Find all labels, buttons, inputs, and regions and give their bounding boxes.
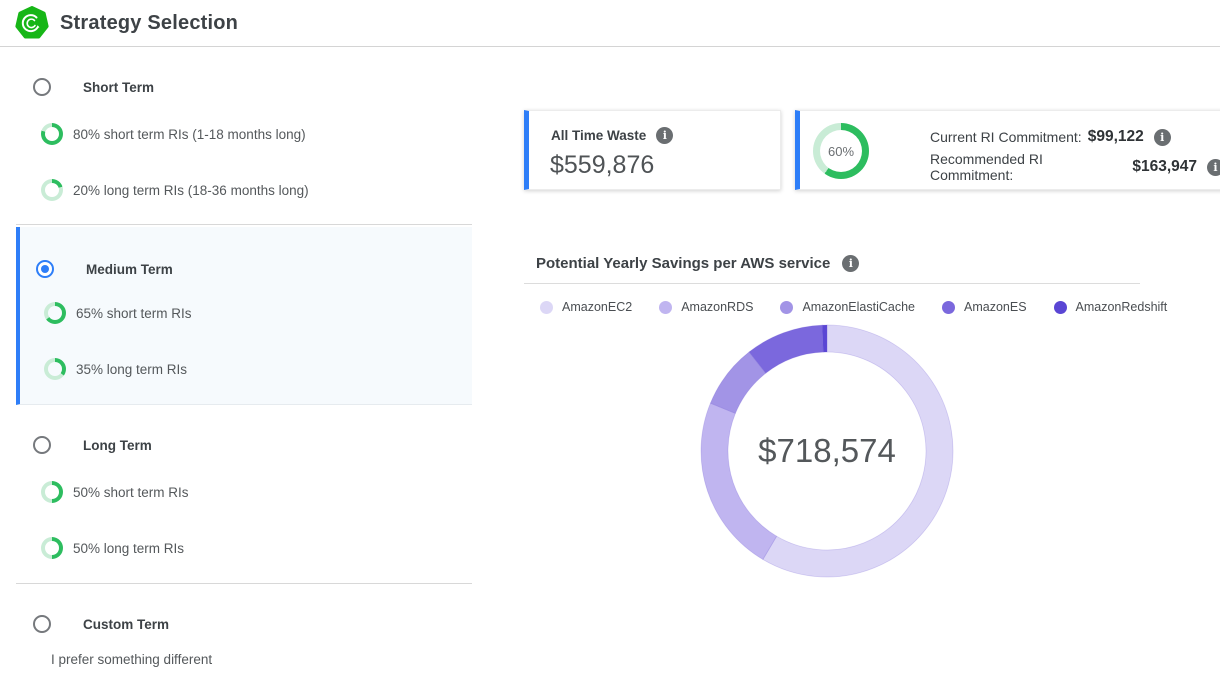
progress-ring [41,481,63,503]
strategy-detail-label: 50% short term RIs [73,485,189,500]
progress-ring [44,302,66,324]
legend-item[interactable]: AmazonRDS [659,300,753,314]
legend-label: AmazonRDS [681,300,753,314]
strategy-label: Medium Term [86,262,173,277]
legend-label: AmazonRedshift [1076,300,1168,314]
commitment-ring-label: 60% [813,123,869,179]
current-commitment-row: Current RI Commitment: $99,122 i [930,126,1171,148]
strategy-detail-label: 80% short term RIs (1-18 months long) [73,127,306,142]
legend-dot-icon [780,301,793,314]
strategy-label: Short Term [83,80,154,95]
legend-item[interactable]: AmazonRedshift [1054,300,1168,314]
strategy-selection-page: Strategy Selection Short Term 80% short … [0,0,1220,691]
strategy-detail-row: 35% long term RIs [44,358,187,380]
current-commitment-value: $99,122 [1088,128,1144,146]
progress-ring [41,179,63,201]
recommended-commitment-row: Recommended RI Commitment: $163,947 i [930,156,1220,178]
donut-segment[interactable] [749,325,823,373]
chart-divider [524,283,1140,284]
info-icon[interactable]: i [1207,159,1220,176]
strategy-label: Long Term [83,438,152,453]
strategy-label: Custom Term [83,617,169,632]
strategy-option-custom-term[interactable]: Custom Term [33,613,169,635]
waste-card-value: $559,876 [550,151,654,180]
legend-item[interactable]: AmazonEC2 [540,300,632,314]
info-icon[interactable]: i [842,255,859,272]
strategy-detail-label: 35% long term RIs [76,362,187,377]
radio-long-term[interactable] [33,436,51,454]
legend-item[interactable]: AmazonElastiCache [780,300,915,314]
strategy-option-short-term[interactable]: Short Term [33,76,154,98]
strategy-detail-row: 50% long term RIs [41,537,184,559]
legend-label: AmazonES [964,300,1027,314]
radio-medium-term[interactable] [36,260,54,278]
legend-dot-icon [659,301,672,314]
radio-custom-term[interactable] [33,615,51,633]
page-header: Strategy Selection [0,0,1220,47]
strategy-detail-label: 50% long term RIs [73,541,184,556]
progress-ring [41,537,63,559]
section-divider [16,583,472,584]
strategy-detail-row: 80% short term RIs (1-18 months long) [41,123,306,145]
strategy-detail-label: 20% long term RIs (18-36 months long) [73,183,309,198]
commitment-ring: 60% [813,123,869,179]
chart-legend: AmazonEC2 AmazonRDS AmazonElastiCache Amazo… [540,300,1194,314]
cloudcheckr-logo-icon [14,6,50,41]
chart-header: Potential Yearly Savings per AWS service… [536,255,859,272]
strategy-detail-label: 65% short term RIs [76,306,192,321]
info-icon[interactable]: i [656,127,673,144]
waste-card-label: All Time Waste [551,128,646,143]
legend-item[interactable]: AmazonES [942,300,1027,314]
progress-ring [41,123,63,145]
page-title: Strategy Selection [60,0,238,46]
ri-commitment-card: 60% Current RI Commitment: $99,122 i Rec… [795,110,1220,190]
legend-dot-icon [1054,301,1067,314]
progress-ring [44,358,66,380]
strategy-option-medium-term[interactable]: Medium Term [36,258,173,280]
info-icon[interactable]: i [1154,129,1171,146]
custom-term-description: I prefer something different [51,652,212,667]
current-commitment-label: Current RI Commitment: [930,129,1082,145]
strategy-detail-row: 50% short term RIs [41,481,189,503]
legend-dot-icon [942,301,955,314]
donut-segment[interactable] [822,325,827,352]
legend-dot-icon [540,301,553,314]
all-time-waste-card: All Time Waste i $559,876 [524,110,781,190]
chart-title: Potential Yearly Savings per AWS service [536,255,830,272]
section-divider [16,224,472,225]
recommended-commitment-value: $163,947 [1132,158,1197,176]
recommended-commitment-label: Recommended RI Commitment: [930,151,1126,183]
strategy-detail-row: 20% long term RIs (18-36 months long) [41,179,309,201]
legend-label: AmazonElastiCache [802,300,915,314]
strategy-detail-row: 65% short term RIs [44,302,192,324]
legend-label: AmazonEC2 [562,300,632,314]
radio-short-term[interactable] [33,78,51,96]
savings-donut-chart[interactable]: $718,574 [697,321,957,581]
donut-center-total: $718,574 [758,432,896,469]
donut-segment[interactable] [701,403,777,559]
strategy-option-long-term[interactable]: Long Term [33,434,152,456]
